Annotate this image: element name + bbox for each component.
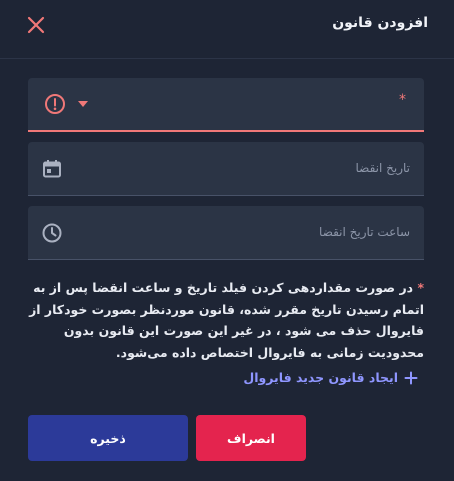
- close-icon: [27, 16, 45, 34]
- add-rule-label: ایجاد قانون جدید فایروال: [243, 370, 398, 385]
- expiry-date-placeholder: تاریخ انقضا: [355, 161, 411, 175]
- expiry-time-field[interactable]: ساعت تاریخ انقضا: [28, 206, 424, 260]
- dialog-title: افزودن قانون: [332, 15, 428, 31]
- note-star: *: [417, 280, 424, 295]
- expiry-time-placeholder: ساعت تاریخ انقضا: [319, 225, 410, 239]
- error-icon: [45, 94, 65, 114]
- save-button[interactable]: ذخیره: [28, 415, 188, 461]
- add-new-rule-link[interactable]: ایجاد قانون جدید فایروال: [243, 370, 418, 385]
- cancel-button[interactable]: انصراف: [196, 415, 306, 461]
- rule-select[interactable]: *: [28, 78, 424, 132]
- required-mark: *: [399, 92, 406, 108]
- header-divider: [0, 58, 454, 59]
- plus-icon: [404, 371, 418, 384]
- note-text: در صورت مقداردهی کردن فیلد تاریخ و ساعت …: [29, 280, 424, 360]
- expiry-date-field[interactable]: تاریخ انقضا: [28, 142, 424, 196]
- close-button[interactable]: [25, 14, 47, 36]
- calendar-icon[interactable]: [42, 159, 62, 179]
- expiry-note: * در صورت مقداردهی کردن فیلد تاریخ و ساع…: [28, 277, 424, 363]
- clock-icon[interactable]: [41, 222, 63, 244]
- chevron-down-icon[interactable]: [76, 100, 90, 108]
- dialog-header: افزودن قانون: [0, 0, 454, 52]
